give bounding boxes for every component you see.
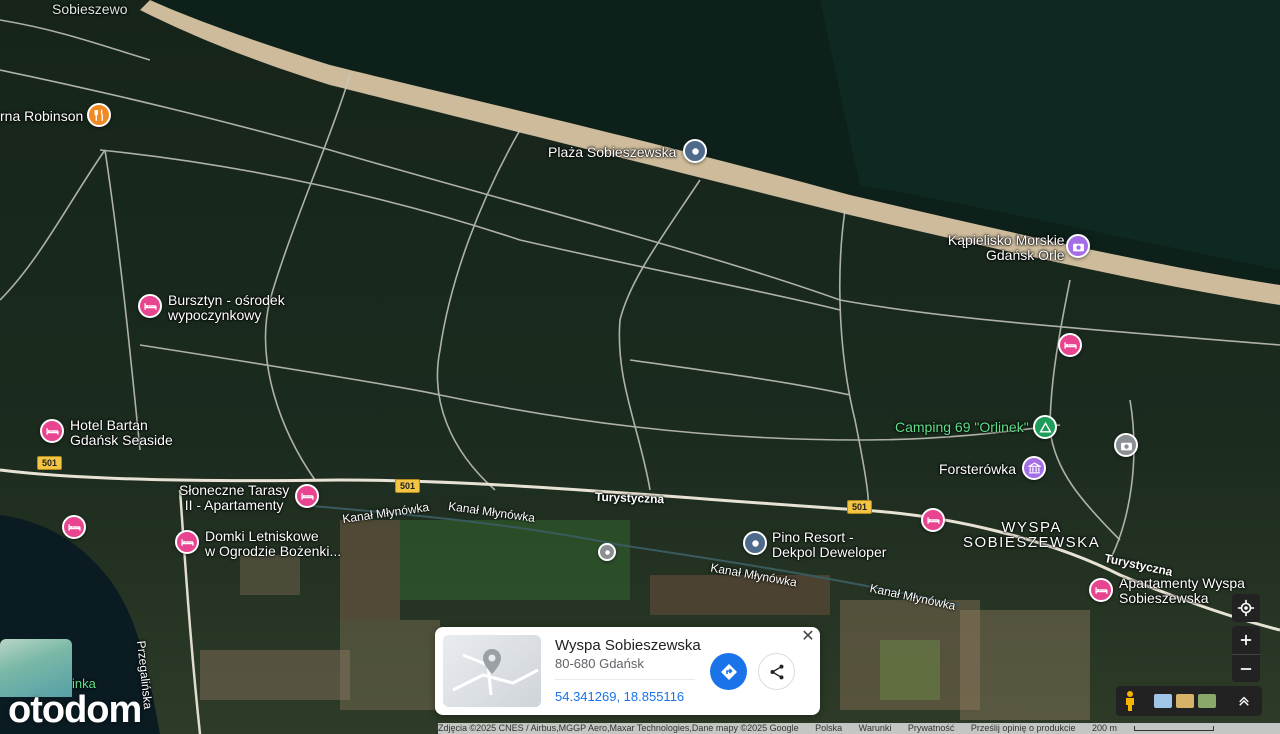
zoom-out-button[interactable] [1232,654,1260,682]
label-pino-line2: Dekpol Deweloper [772,544,887,560]
label-domki[interactable]: Domki Letniskowe w Ogrodzie Bożenki... [205,529,341,559]
location-pin-icon [751,539,759,547]
kapielisko-pin[interactable] [1066,234,1090,258]
label-bursztyn[interactable]: Bursztyn - ośrodek wypoczynkowy [168,293,285,323]
label-camping[interactable]: Camping 69 "Orlinek" [895,420,1029,435]
bed-icon [300,492,314,500]
label-kapielisko[interactable]: Kąpielisko Morskie Gdańsk Orle [942,233,1065,263]
scale-bar [1133,726,1214,732]
street-view-pegman-icon[interactable] [1120,690,1140,712]
place-info-card[interactable]: Wyspa Sobieszewska 80-680 Gdańsk 54.3412… [435,627,820,715]
photo-spot-pin[interactable] [1114,433,1138,457]
plus-icon [1240,634,1252,646]
layer-thumb-terrain[interactable] [1154,694,1172,708]
label-bursztyn-line1: Bursztyn - ośrodek [168,292,285,308]
tent-icon [1038,421,1052,433]
museum-icon [1027,461,1041,473]
terms-link[interactable]: Warunki [859,723,892,733]
label-sobieszewo: Sobieszewo [52,1,128,17]
label-plaza[interactable]: Plaża Sobieszewska [548,145,676,160]
label-tarasy-line2: II - Apartamenty [184,497,284,513]
plaza-pin[interactable] [683,139,707,163]
camera-icon [1072,243,1084,251]
label-wyspa-sobieszewska: WYSPA SOBIESZEWSKA [963,520,1100,550]
privacy-link[interactable]: Prywatność [908,723,955,733]
camera-icon [1120,442,1132,450]
place-coordinates-link[interactable]: 54.341269, 18.855116 [555,689,684,704]
label-tarasy-line1: Słoneczne Tarasy [179,482,290,498]
bed-icon [926,516,940,524]
label-wyspa-line2: SOBIESZEWSKA [963,534,1101,551]
layer-thumb-traffic[interactable] [1176,694,1194,708]
zoom-in-button[interactable] [1232,626,1260,654]
bed-icon [180,538,194,546]
minus-icon [1240,667,1252,670]
share-icon [770,664,783,679]
bursztyn-pin[interactable] [138,294,162,318]
close-icon[interactable]: ✕ [800,629,816,645]
forsterowka-pin[interactable] [1022,456,1046,480]
location-pin-icon [604,549,610,555]
label-forsterowka[interactable]: Forsterówka [939,462,1016,477]
label-turystyczna-1: Turystyczna [594,489,665,507]
bed-icon [1063,341,1077,349]
fork-knife-icon [94,109,103,121]
label-robinson[interactable]: rna Robinson [0,109,83,124]
domki-pin[interactable] [175,530,199,554]
label-bartan-line2: Gdańsk Seaside [70,432,173,448]
feedback-link[interactable]: Prześlij opinię o produkcie [971,723,1076,733]
label-pino-line1: Pino Resort - [772,529,854,545]
layer-thumb-biking[interactable] [1198,694,1216,708]
route-shield-501-mid: 501 [395,479,421,493]
crosshair-icon [1237,599,1255,617]
attribution-bar: Zdjęcia ©2025 CNES / Airbus,MGGP Aero,Ma… [438,723,1280,734]
location-pin-icon [691,147,699,155]
route-shield-501-west: 501 [37,456,63,470]
scale-label[interactable]: 200 m [1092,723,1117,733]
chevron-up-icon[interactable] [1238,695,1250,707]
location-pin-icon [452,649,539,696]
restaurant-pin[interactable] [87,103,111,127]
label-wyspa-line1: WYSPA [1001,519,1062,536]
label-bartan-line1: Hotel Bartan [70,417,148,433]
bed-icon [45,427,59,435]
label-tarasy[interactable]: Słoneczne Tarasy II - Apartamenty [179,483,289,513]
place-address: 80-680 Gdańsk [555,656,644,671]
route-shield-501-east: 501 [847,500,873,514]
tarasy-pin[interactable] [295,484,319,508]
place-thumbnail[interactable] [443,635,541,707]
share-button[interactable] [758,653,795,690]
camping-pin[interactable] [1033,415,1057,439]
hotel-pin-west[interactable] [62,515,86,539]
label-kapielisko-line2: Gdańsk Orle [986,247,1065,263]
label-domki-line1: Domki Letniskowe [205,528,319,544]
bed-icon [1094,586,1108,594]
bed-icon [67,523,81,531]
apartamenty-pin[interactable] [1089,578,1113,602]
label-bursztyn-line2: wypoczynkowy [168,307,262,323]
hotel-pin-orle[interactable] [1058,333,1082,357]
card-divider [555,679,695,680]
imagery-credit: Zdjęcia ©2025 CNES / Airbus,MGGP Aero,Ma… [438,723,799,733]
label-hotel-bartan[interactable]: Hotel Bartan Gdańsk Seaside [70,418,173,448]
otodom-logo: otodom [8,689,142,731]
small-poi-pin[interactable] [598,543,616,561]
label-domki-line2: w Ogrodzie Bożenki... [205,543,342,559]
label-apartamenty[interactable]: Apartamenty Wyspa Sobieszewska [1119,576,1245,606]
satellite-imagery [0,0,1280,734]
my-location-button[interactable] [1232,594,1260,622]
country-link[interactable]: Polska [815,723,842,733]
bed-icon [143,302,157,310]
hotel-pin-east[interactable] [921,508,945,532]
place-title: Wyspa Sobieszewska [555,637,701,654]
label-apart-line2: Sobieszewska [1119,590,1209,606]
pino-resort-pin[interactable] [743,531,767,555]
label-kapielisko-line1: Kąpielisko Morskie [947,232,1065,248]
hotel-bartan-pin[interactable] [40,419,64,443]
map-canvas[interactable]: Sobieszewo rna Robinson Plaża Sobieszews… [0,0,1280,734]
label-apart-line1: Apartamenty Wyspa [1119,575,1245,591]
directions-icon [720,663,737,680]
label-pino[interactable]: Pino Resort - Dekpol Deweloper [772,530,886,560]
directions-button[interactable] [710,653,747,690]
